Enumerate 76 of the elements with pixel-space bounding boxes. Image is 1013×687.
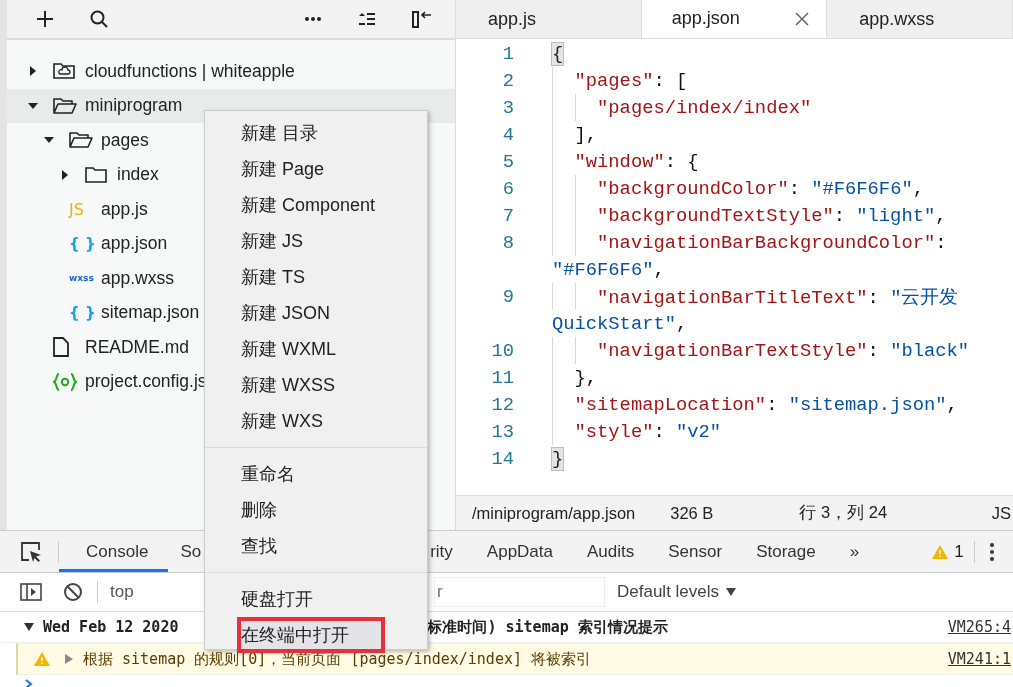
json-file-icon: { } <box>69 303 96 322</box>
line-number: 8 <box>502 231 514 254</box>
code-line: "pages/index/index" <box>597 96 812 119</box>
tree-item[interactable]: pages <box>101 129 149 151</box>
menu-item[interactable]: 新建 JS <box>205 223 427 259</box>
source-link[interactable]: VM241:1 <box>947 650 1011 668</box>
context-selector[interactable]: top <box>110 582 170 602</box>
js-file-icon: JS <box>69 199 84 219</box>
code-line: QuickStart", <box>552 312 688 335</box>
code-line: "sitemapLocation": "sitemap.json", <box>574 393 958 416</box>
line-number: 13 <box>491 420 514 443</box>
tree-item[interactable]: cloudfunctions | whiteapple <box>85 60 295 82</box>
code-line: "navigationBarTextStyle": "black" <box>597 339 970 362</box>
file-path: /miniprogram/app.json <box>472 503 636 523</box>
devtools-tab[interactable]: Console <box>59 531 169 572</box>
devtools-tab[interactable]: rity <box>430 531 470 572</box>
menu-item[interactable]: 查找 <box>205 528 427 564</box>
filter-field[interactable]: r <box>434 577 605 607</box>
menu-item[interactable]: 新建 WXSS <box>205 367 427 403</box>
menu-item[interactable]: 新建 JSON <box>205 295 427 331</box>
line-number: 1 <box>502 42 514 65</box>
tree-item[interactable]: miniprogram <box>85 95 183 117</box>
devtools-tab[interactable]: Sensor <box>651 531 740 572</box>
line-number: 7 <box>502 204 514 227</box>
line-number: 3 <box>502 96 514 119</box>
line-number: 11 <box>491 366 514 389</box>
language-mode: JS <box>991 503 1011 523</box>
source-link[interactable]: VM265:4 <box>947 618 1011 636</box>
cursor-position: 行 3，列 24 <box>799 502 888 523</box>
code-line: "#F6F6F6", <box>552 258 665 281</box>
code-line: "pages": [ <box>574 69 688 92</box>
line-number: 6 <box>502 177 514 200</box>
menu-item[interactable]: 新建 Component <box>205 187 427 223</box>
line-number: 5 <box>502 150 514 173</box>
menu-item[interactable]: 重命名 <box>205 456 427 492</box>
menu-item[interactable]: 新建 目录 <box>205 115 427 151</box>
line-number: 12 <box>491 393 514 416</box>
console-message: 标准时间) sitemap 索引情况提示 <box>427 617 668 637</box>
line-number: 4 <box>502 123 514 146</box>
line-number: 9 <box>502 285 514 308</box>
devtools-tab[interactable]: Audits <box>570 531 652 572</box>
menu-item[interactable]: 删除 <box>205 492 427 528</box>
menu-item[interactable]: 新建 WXS <box>205 403 427 439</box>
tree-item[interactable]: app.json <box>101 233 168 255</box>
line-number: 2 <box>502 69 514 92</box>
wxss-file-icon: wxss <box>69 273 94 284</box>
menu-item[interactable]: 在终端中打开 <box>237 617 385 653</box>
code-line: "style": "v2" <box>574 420 722 443</box>
code-line: "backgroundColor": "#F6F6F6", <box>597 177 924 200</box>
log-levels-dropdown[interactable]: Default levels <box>617 582 738 602</box>
editor-tab[interactable]: app.json <box>641 0 828 38</box>
code-line: "window": { <box>574 150 699 173</box>
code-line: }, <box>574 366 598 389</box>
tree-item[interactable]: sitemap.json <box>101 302 200 324</box>
menu-item[interactable]: 新建 Page <box>205 151 427 187</box>
more-tabs[interactable]: » <box>832 531 877 572</box>
console-message: Wed Feb 12 2020 <box>43 618 179 636</box>
menu-item[interactable]: 新建 WXML <box>205 331 427 367</box>
code-line: "navigationBarBackgroundColor": <box>597 231 947 254</box>
tree-item[interactable]: README.md <box>85 336 190 358</box>
warning-count[interactable]: 1 <box>932 541 964 562</box>
tree-item[interactable]: project.config.js <box>85 371 207 393</box>
menu-item[interactable]: 新建 TS <box>205 259 427 295</box>
menu-item[interactable]: 硬盘打开 <box>205 581 427 617</box>
file-size: 326 B <box>670 503 714 523</box>
devtools-tab[interactable]: AppData <box>469 531 570 572</box>
json-file-icon: { } <box>69 234 96 253</box>
devtools-tab[interactable]: Storage <box>739 531 833 572</box>
line-number: 10 <box>491 339 514 362</box>
tree-item[interactable]: index <box>117 164 159 186</box>
tree-item[interactable]: app.wxss <box>101 267 174 289</box>
code-line: "navigationBarTitleText": "云开发 <box>597 285 959 310</box>
line-number: 14 <box>491 447 514 470</box>
code-line: "backgroundTextStyle": "light", <box>597 204 947 227</box>
tree-item[interactable]: app.js <box>101 198 148 220</box>
code-line: ], <box>574 123 598 146</box>
